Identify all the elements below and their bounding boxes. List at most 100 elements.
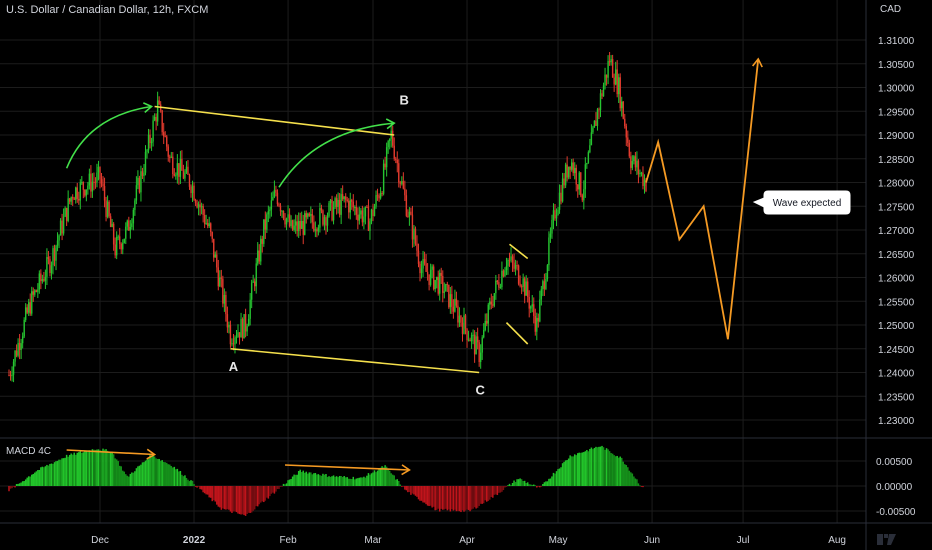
- candle-down: [232, 343, 235, 345]
- macd-bar-positive: [46, 464, 48, 486]
- macd-bar-negative: [199, 486, 201, 490]
- macd-bar-positive: [378, 469, 380, 486]
- macd-bar-positive: [586, 449, 588, 486]
- price-axis-label: 1.23500: [878, 392, 915, 403]
- candle-up: [607, 61, 609, 78]
- candle-up: [489, 301, 491, 305]
- candle-down: [65, 207, 68, 221]
- macd-bar-positive: [533, 484, 535, 486]
- candle-down: [284, 218, 286, 225]
- macd-bar-negative: [536, 486, 538, 488]
- candle-up: [484, 320, 486, 331]
- candle-up: [525, 281, 527, 296]
- candle-down: [182, 170, 185, 179]
- candle-up: [326, 216, 329, 226]
- macd-bar-positive: [514, 482, 517, 486]
- macd-bar-positive: [388, 470, 391, 486]
- macd-bar-positive: [508, 483, 511, 486]
- macd-bar-positive: [15, 484, 18, 486]
- macd-bar-negative: [490, 486, 493, 498]
- macd-bar-positive: [109, 452, 112, 486]
- candle-up: [31, 291, 33, 314]
- candle-up: [146, 150, 148, 152]
- candle-up: [200, 206, 203, 208]
- candle-down: [241, 319, 244, 339]
- macd-bar-positive: [322, 473, 324, 486]
- macd-bar-positive: [50, 463, 53, 486]
- candle-down: [361, 210, 364, 223]
- macd-bar-negative: [8, 486, 10, 492]
- candle-up: [240, 319, 242, 338]
- candle-up: [231, 343, 233, 345]
- macd-bar-positive: [343, 476, 345, 486]
- price-axis-label: 1.28500: [878, 155, 915, 166]
- macd-bar-positive: [369, 474, 371, 486]
- macd-bar-positive: [531, 484, 533, 486]
- macd-bar-positive: [589, 448, 591, 486]
- candle-down: [637, 160, 640, 174]
- macd-bar-positive: [507, 485, 509, 486]
- candle-up: [631, 161, 634, 168]
- candle-down: [432, 266, 435, 290]
- candle-down: [84, 189, 86, 196]
- candle-up: [614, 69, 617, 85]
- macd-bar-positive: [341, 477, 344, 486]
- macd-bar-positive: [599, 446, 602, 486]
- candle-down: [513, 262, 515, 269]
- candle-up: [126, 220, 128, 227]
- macd-bar-negative: [246, 486, 248, 514]
- macd-bar-positive: [23, 481, 25, 486]
- macd-bar-positive: [363, 476, 365, 486]
- candle-down: [414, 228, 417, 244]
- macd-indicator-label[interactable]: MACD 4C: [6, 446, 51, 457]
- macd-bar-positive: [294, 474, 297, 486]
- macd-bar-positive: [373, 470, 376, 486]
- candle-down: [601, 93, 603, 97]
- candle-down: [308, 213, 310, 216]
- candle-up: [125, 226, 127, 239]
- candle-down: [417, 250, 420, 264]
- candle-down: [120, 243, 122, 250]
- macd-bar-positive: [307, 473, 309, 486]
- candle-up: [567, 166, 570, 178]
- candle-down: [43, 279, 45, 281]
- candle-down: [169, 156, 171, 158]
- macd-bar-negative: [443, 486, 446, 510]
- macd-bar-positive: [40, 467, 42, 486]
- candle-up: [260, 238, 262, 262]
- candle-up: [610, 59, 612, 63]
- macd-bar-positive: [326, 476, 329, 486]
- candle-up: [235, 336, 238, 338]
- macd-bar-positive: [155, 458, 157, 486]
- macd-bar-negative: [434, 486, 436, 511]
- macd-bar-positive: [103, 449, 106, 486]
- candle-up: [250, 282, 253, 300]
- macd-bar-positive: [141, 462, 144, 486]
- candle-down: [569, 166, 571, 170]
- macd-bar-positive: [391, 474, 394, 486]
- candle-down: [164, 136, 166, 138]
- macd-bar-positive: [125, 474, 127, 486]
- candle-down: [457, 305, 459, 323]
- macd-bar-positive: [349, 478, 351, 486]
- macd-bar-negative: [420, 486, 423, 501]
- candle-down: [194, 200, 197, 203]
- macd-bar-positive: [357, 478, 359, 486]
- macd-bar-positive: [545, 481, 547, 486]
- candle-down: [103, 186, 106, 201]
- macd-bar-positive: [573, 454, 576, 486]
- macd-bar-positive: [636, 479, 638, 486]
- candle-up: [507, 260, 509, 266]
- macd-bar-positive: [129, 473, 132, 486]
- macd-bar-negative: [276, 486, 279, 489]
- macd-bar-negative: [267, 486, 270, 499]
- candle-down: [628, 142, 631, 157]
- candle-down: [404, 188, 406, 196]
- candle-down: [486, 320, 488, 324]
- macd-bar-positive: [100, 450, 103, 486]
- candle-down: [572, 162, 574, 174]
- candle-up: [184, 172, 186, 179]
- macd-bar-negative: [202, 486, 204, 493]
- candle-up: [422, 259, 424, 269]
- candle-down: [490, 301, 492, 305]
